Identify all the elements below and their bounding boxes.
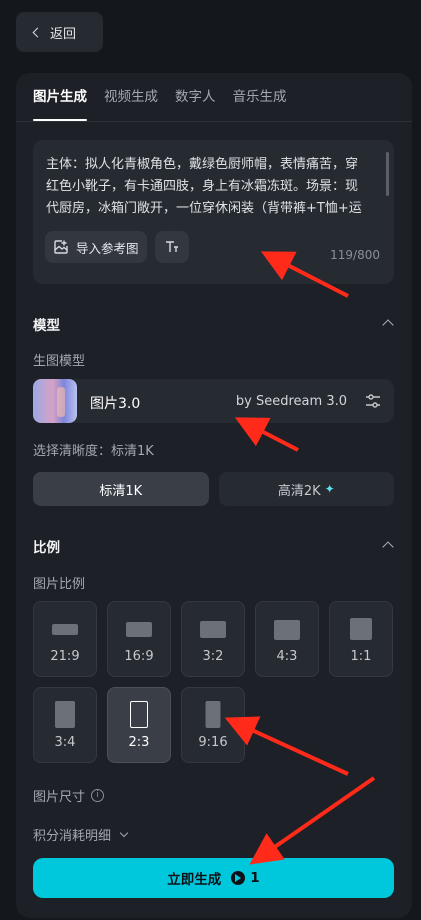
model-provider: by Seedream 3.0 [235,394,347,409]
generation-panel: 图片生成 视频生成 数字人 音乐生成 主体：拟人化青椒角色，戴绿色厨师帽，表情痛… [16,73,412,918]
prompt-input[interactable]: 主体：拟人化青椒角色，戴绿色厨师帽，表情痛苦，穿红色小靴子，有卡通四肢，身上有冰… [33,140,394,284]
tab-image-generation[interactable]: 图片生成 [33,73,87,121]
generate-label: 立即生成 [167,872,222,888]
ratio-label: 3:4 [54,735,76,750]
ratio-option-2-3[interactable]: 2:3 [107,687,171,763]
chevron-left-icon [32,27,43,38]
credit-cost-text: 积分消耗明细 [33,829,112,844]
model-selector[interactable]: 图片3.0 by Seedream 3.0 [33,379,394,423]
model-sub-label: 生图模型 [33,354,86,369]
ratio-option-16-9[interactable]: 16:9 [107,601,171,677]
ratio-21-9-shape [52,624,78,635]
tabs-divider [16,121,412,122]
text-format-button[interactable] [154,231,189,263]
mode-tabs: 图片生成 视频生成 数字人 音乐生成 [33,73,304,121]
resolution-options: 标清1K 高清2K ✦ [33,472,394,506]
ratio-section-title: 比例 [33,540,60,556]
back-button[interactable]: 返回 [16,12,103,52]
ratio-label: 2:3 [128,735,150,750]
back-label: 返回 [50,26,77,42]
resolution-1k-button[interactable]: 标清1K [33,472,209,506]
sparkle-icon: ✦ [324,482,335,496]
prompt-text[interactable]: 主体：拟人化青椒角色，戴绿色厨师帽，表情痛苦，穿红色小靴子，有卡通四肢，身上有冰… [46,154,368,222]
image-size-text: 图片尺寸 [33,790,86,805]
generate-button[interactable]: 立即生成 1 [33,858,394,898]
ratio-option-3-4[interactable]: 3:4 [33,687,97,763]
tab-video-generation[interactable]: 视频生成 [104,73,158,121]
ratio-4-3-shape [274,620,300,640]
resolution-1k-label: 标清1K [99,483,143,499]
prompt-scrollbar[interactable] [386,152,389,196]
ratio-option-1-1[interactable]: 1:1 [329,601,393,677]
image-size-label: 图片尺寸 i [33,786,105,805]
import-reference-button[interactable]: 导入参考图 [45,231,147,263]
sliders-icon[interactable] [364,392,382,410]
tab-digital-human[interactable]: 数字人 [175,73,216,121]
chevron-down-icon [119,828,129,838]
ratio-sub-label: 图片比例 [33,577,86,592]
resolution-2k-label: 高清2K [277,483,321,499]
model-name: 图片3.0 [90,396,141,412]
ratio-3-4-shape [55,701,75,728]
resolution-2k-button[interactable]: 高清2K ✦ [218,472,394,506]
text-format-icon [165,241,178,252]
ratio-label: 1:1 [350,649,372,664]
ratio-1-1-shape [350,618,372,640]
prompt-actions: 导入参考图 [45,231,189,263]
ratio-label: 21:9 [50,649,80,664]
ratio-option-9-16[interactable]: 9:16 [181,687,245,763]
credit-coin-icon [231,871,246,885]
character-counter: 119/800 [330,248,380,262]
chevron-up-icon[interactable] [382,319,394,331]
generate-cost: 1 [250,870,260,886]
ratio-option-3-2[interactable]: 3:2 [181,601,245,677]
ratio-3-2-shape [200,621,226,638]
ratio-label: 9:16 [198,735,228,750]
ratio-option-21-9[interactable]: 21:9 [33,601,97,677]
resolution-label: 选择清晰度：标清1K [33,444,154,459]
image-import-icon [54,240,68,254]
ratio-label: 4:3 [276,649,298,664]
info-icon[interactable]: i [91,789,105,802]
model-section-title: 模型 [33,318,60,334]
ratio-label: 16:9 [124,649,154,664]
credit-cost-toggle[interactable]: 积分消耗明细 [33,825,129,844]
import-reference-label: 导入参考图 [76,240,139,256]
ratio-option-4-3[interactable]: 4:3 [255,601,319,677]
chevron-up-icon[interactable] [382,541,394,553]
ratio-2-3-shape [130,701,148,728]
ratio-9-16-shape [205,701,221,728]
tab-music-generation[interactable]: 音乐生成 [233,73,287,121]
ratio-label: 3:2 [202,649,224,664]
model-thumbnail [33,379,77,423]
ratio-16-9-shape [126,622,152,637]
